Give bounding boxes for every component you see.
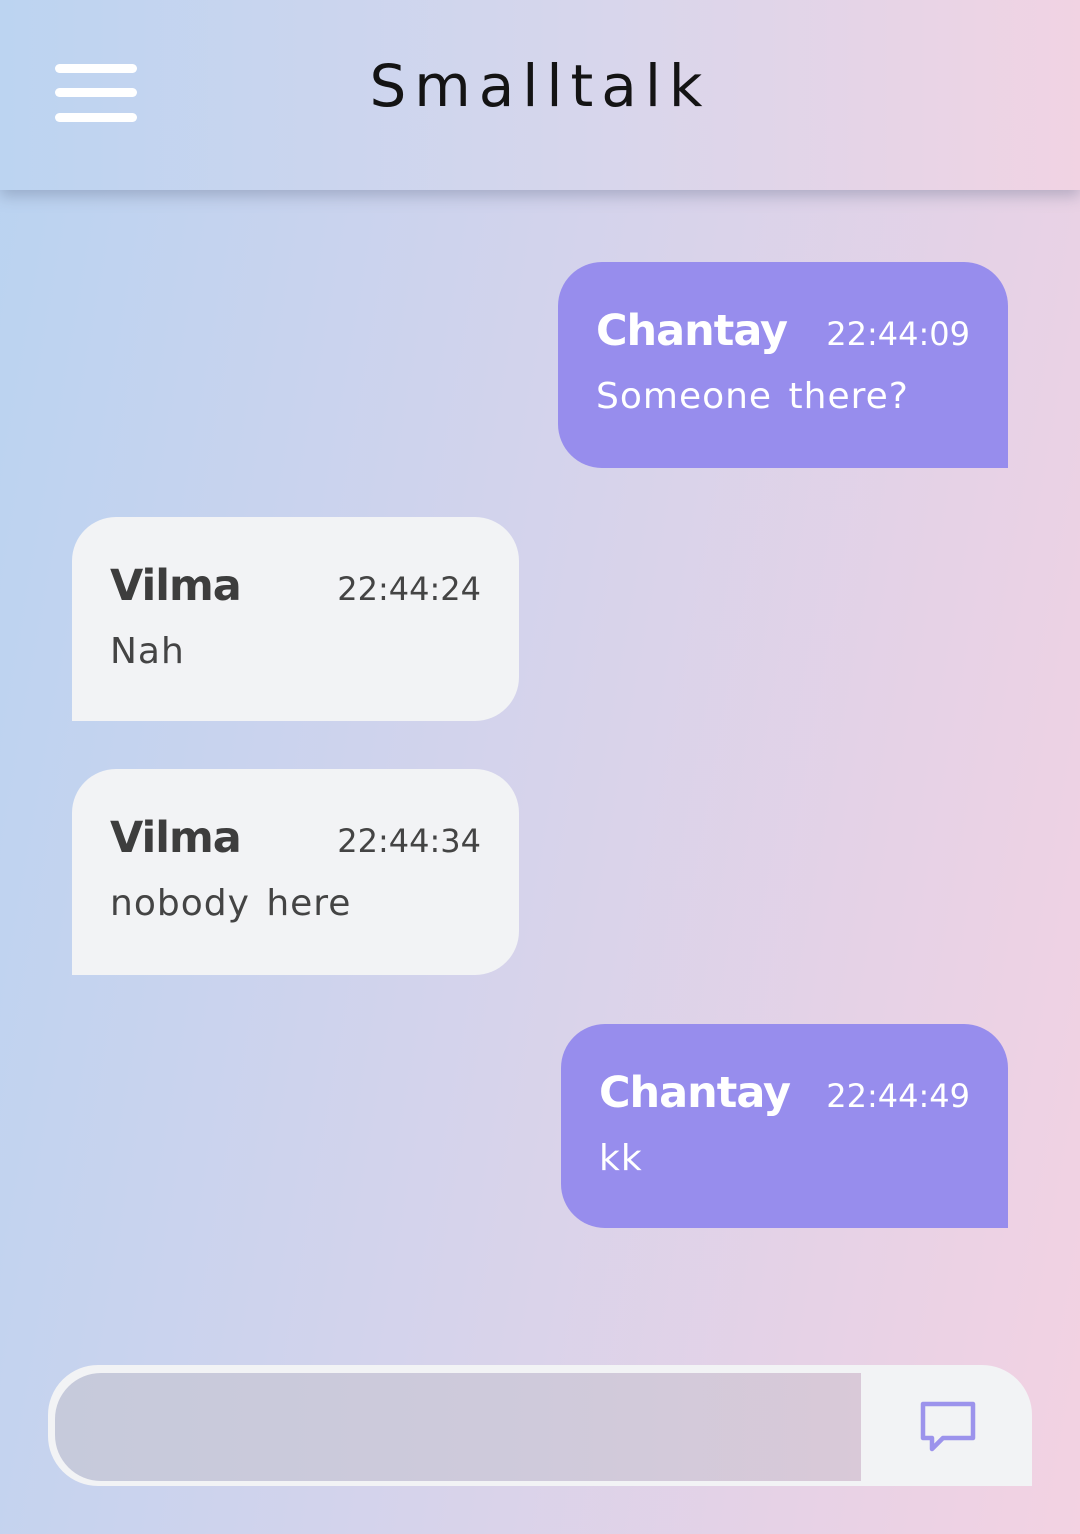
message-time: 22:44:09 bbox=[826, 315, 970, 353]
message-time: 22:44:49 bbox=[826, 1077, 970, 1115]
message-header: Vilma 22:44:24 bbox=[110, 561, 481, 611]
message-bubble-sent: Chantay 22:44:09 Someone there? bbox=[558, 262, 1008, 468]
send-button[interactable] bbox=[863, 1368, 1029, 1483]
message-sender: Vilma bbox=[110, 561, 242, 611]
message-sender: Vilma bbox=[110, 813, 242, 863]
app-title: Smalltalk bbox=[369, 52, 711, 120]
message-sender: Chantay bbox=[599, 1068, 791, 1118]
message-header: Vilma 22:44:34 bbox=[110, 813, 481, 863]
message-text: Someone there? bbox=[596, 376, 909, 417]
message-text: Nah bbox=[110, 631, 185, 672]
message-bubble-received: Vilma 22:44:24 Nah bbox=[72, 517, 519, 721]
message-composer bbox=[48, 1365, 1032, 1486]
message-text: nobody here bbox=[110, 883, 352, 924]
message-text: kk bbox=[599, 1138, 643, 1179]
message-input[interactable] bbox=[55, 1373, 861, 1481]
app-header: Smalltalk bbox=[0, 0, 1080, 190]
message-sender: Chantay bbox=[596, 306, 788, 356]
message-bubble-sent: Chantay 22:44:49 kk bbox=[561, 1024, 1008, 1228]
message-time: 22:44:24 bbox=[337, 570, 481, 608]
message-header: Chantay 22:44:09 bbox=[596, 306, 970, 356]
message-header: Chantay 22:44:49 bbox=[599, 1068, 970, 1118]
message-bubble-received: Vilma 22:44:34 nobody here bbox=[72, 769, 519, 975]
message-time: 22:44:34 bbox=[337, 822, 481, 860]
chat-bubble-icon bbox=[920, 1401, 976, 1452]
